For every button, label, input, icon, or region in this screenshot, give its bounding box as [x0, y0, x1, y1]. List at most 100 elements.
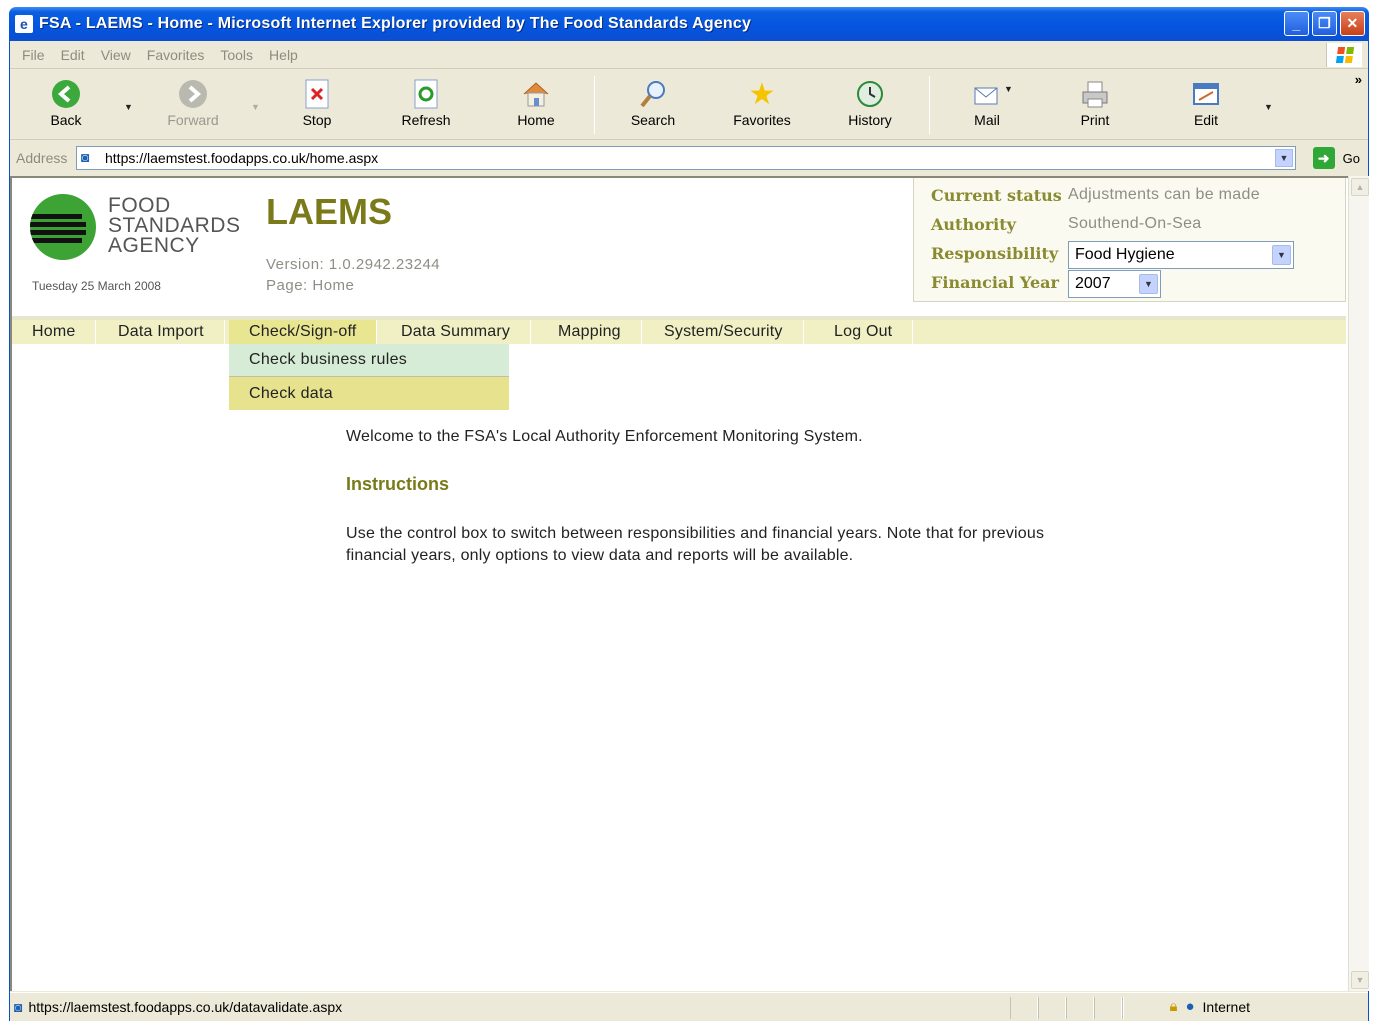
- address-dropdown-icon[interactable]: ▼: [1275, 149, 1293, 167]
- mail-button[interactable]: Mail: [947, 78, 1027, 128]
- menu-tools[interactable]: Tools: [212, 47, 261, 63]
- page-icon: ◙: [81, 149, 90, 165]
- submenu-check-business-rules[interactable]: Check business rules: [229, 344, 509, 377]
- financial-year-selected: 2007: [1075, 275, 1111, 292]
- printer-icon: [1079, 78, 1111, 110]
- nav-data-summary[interactable]: Data Summary: [381, 320, 532, 344]
- forward-label: Forward: [167, 112, 219, 128]
- check-sign-off-submenu: Check business rules Check data: [229, 344, 509, 410]
- menu-bar: File Edit View Favorites Tools Help: [10, 41, 1368, 69]
- nav-system-security[interactable]: System/Security: [644, 320, 804, 344]
- chevron-down-icon[interactable]: ▼: [1139, 274, 1158, 294]
- mail-label: Mail: [974, 112, 1000, 128]
- responsibility-select[interactable]: Food Hygiene ▼: [1068, 241, 1294, 269]
- status-cell: [1010, 997, 1038, 1019]
- page-icon: ◙: [14, 998, 23, 1015]
- forward-arrow-icon: [177, 78, 209, 110]
- fsa-logo-text: FOOD STANDARDS AGENCY: [108, 194, 241, 257]
- favorites-star-icon: ★: [748, 77, 776, 111]
- edit-document-icon: [1190, 78, 1222, 110]
- menu-favorites[interactable]: Favorites: [139, 47, 213, 63]
- ie-icon: e: [15, 15, 33, 33]
- menu-view[interactable]: View: [93, 47, 139, 63]
- app-title: LAEMS: [266, 191, 392, 232]
- stop-button[interactable]: Stop: [277, 78, 357, 128]
- instructions-heading: Instructions: [346, 474, 450, 494]
- financial-year-select[interactable]: 2007 ▼: [1068, 270, 1161, 298]
- scroll-down-icon[interactable]: ▼: [1351, 971, 1369, 989]
- authority-value: Southend-On-Sea: [1068, 215, 1202, 232]
- refresh-button[interactable]: Refresh: [386, 78, 466, 128]
- edit-dropdown-icon[interactable]: ▼: [1264, 102, 1273, 112]
- instructions-text: Use the control box to switch between re…: [346, 525, 1045, 564]
- status-url: https://laemstest.foodapps.co.uk/dataval…: [28, 998, 343, 1015]
- history-icon: [854, 78, 886, 110]
- search-icon: [637, 78, 669, 110]
- submenu-check-data[interactable]: Check data: [229, 377, 509, 410]
- menu-file[interactable]: File: [14, 47, 53, 63]
- go-button[interactable]: ➜ Go: [1312, 147, 1360, 169]
- nav-data-import[interactable]: Data Import: [98, 320, 225, 344]
- refresh-icon: [410, 78, 442, 110]
- status-cell: [1038, 997, 1066, 1019]
- authority-label: Authority: [931, 215, 1016, 234]
- welcome-text: Welcome to the FSA's Local Authority Enf…: [346, 428, 863, 445]
- standard-toolbar: Back ▼ Forward ▼ Stop Refresh Home Searc…: [10, 70, 1368, 140]
- home-button[interactable]: Home: [496, 78, 576, 128]
- go-label: Go: [1342, 150, 1360, 166]
- address-label: Address: [16, 150, 68, 166]
- print-button[interactable]: Print: [1055, 78, 1135, 128]
- globe-icon: ●: [1185, 998, 1195, 1015]
- nav-home[interactable]: Home: [12, 320, 97, 344]
- mail-dropdown-icon[interactable]: ▼: [1004, 84, 1013, 94]
- lock-icon: 🔒︎: [1169, 998, 1178, 1015]
- chevron-down-icon[interactable]: ▼: [1272, 245, 1291, 265]
- nav-log-out[interactable]: Log Out: [814, 320, 914, 344]
- search-button[interactable]: Search: [613, 78, 693, 128]
- toolbar-separator: [929, 76, 930, 134]
- status-cell: [1066, 997, 1094, 1019]
- back-button[interactable]: Back: [26, 78, 106, 128]
- scroll-up-icon[interactable]: ▲: [1351, 178, 1369, 196]
- status-bar: ◙ https://laemstest.foodapps.co.uk/datav…: [10, 992, 1368, 1020]
- app-version: Version: 1.0.2942.23244: [266, 256, 441, 273]
- security-zone: 🔒︎ ● Internet: [1169, 998, 1250, 1015]
- forward-button[interactable]: Forward: [153, 78, 233, 128]
- close-button[interactable]: ✕: [1340, 11, 1365, 36]
- address-url: https://laemstest.foodapps.co.uk/home.as…: [105, 150, 379, 166]
- current-status-value: Adjustments can be made: [1068, 186, 1260, 203]
- window-title: FSA - LAEMS - Home - Microsoft Internet …: [39, 15, 752, 32]
- page-viewport: FOOD STANDARDS AGENCY Tuesday 25 March 2…: [10, 176, 1348, 991]
- current-status-label: Current status: [931, 186, 1062, 205]
- nav-check-sign-off[interactable]: Check/Sign-off: [229, 320, 378, 344]
- search-label: Search: [630, 112, 676, 128]
- window-titlebar[interactable]: e FSA - LAEMS - Home - Microsoft Interne…: [9, 7, 1369, 41]
- edit-label: Edit: [1193, 112, 1219, 128]
- zone-label: Internet: [1202, 998, 1250, 1015]
- menu-edit[interactable]: Edit: [53, 47, 93, 63]
- nav-mapping[interactable]: Mapping: [538, 320, 642, 344]
- fsa-logo-mark: [30, 194, 96, 260]
- status-cell: [1094, 997, 1122, 1019]
- forward-dropdown-icon[interactable]: ▼: [251, 102, 260, 112]
- back-arrow-icon: [50, 78, 82, 110]
- stop-label: Stop: [302, 112, 332, 128]
- back-dropdown-icon[interactable]: ▼: [124, 102, 133, 112]
- edit-button[interactable]: Edit: [1166, 78, 1246, 128]
- restore-button[interactable]: ❐: [1312, 11, 1337, 36]
- main-nav: Home Data Import Check/Sign-off Data Sum…: [12, 316, 1346, 344]
- toolbar-chevron-icon[interactable]: »: [1355, 72, 1362, 87]
- go-arrow-icon: ➜: [1312, 147, 1335, 169]
- history-button[interactable]: History: [830, 78, 910, 128]
- address-input[interactable]: ◙ https://laemstest.foodapps.co.uk/home.…: [76, 146, 1296, 170]
- current-date: Tuesday 25 March 2008: [32, 279, 161, 293]
- window-controls: _ ❐ ✕: [1284, 11, 1365, 36]
- toolbar-separator: [594, 76, 595, 134]
- menu-help[interactable]: Help: [261, 47, 306, 63]
- vertical-scrollbar[interactable]: ▲ ▼: [1348, 176, 1369, 991]
- control-box: Current status Adjustments can be made A…: [913, 178, 1346, 302]
- stop-icon: [301, 78, 333, 110]
- minimize-button[interactable]: _: [1284, 11, 1309, 36]
- financial-year-label: Financial Year: [931, 273, 1059, 292]
- favorites-button[interactable]: ★ Favorites: [722, 77, 802, 129]
